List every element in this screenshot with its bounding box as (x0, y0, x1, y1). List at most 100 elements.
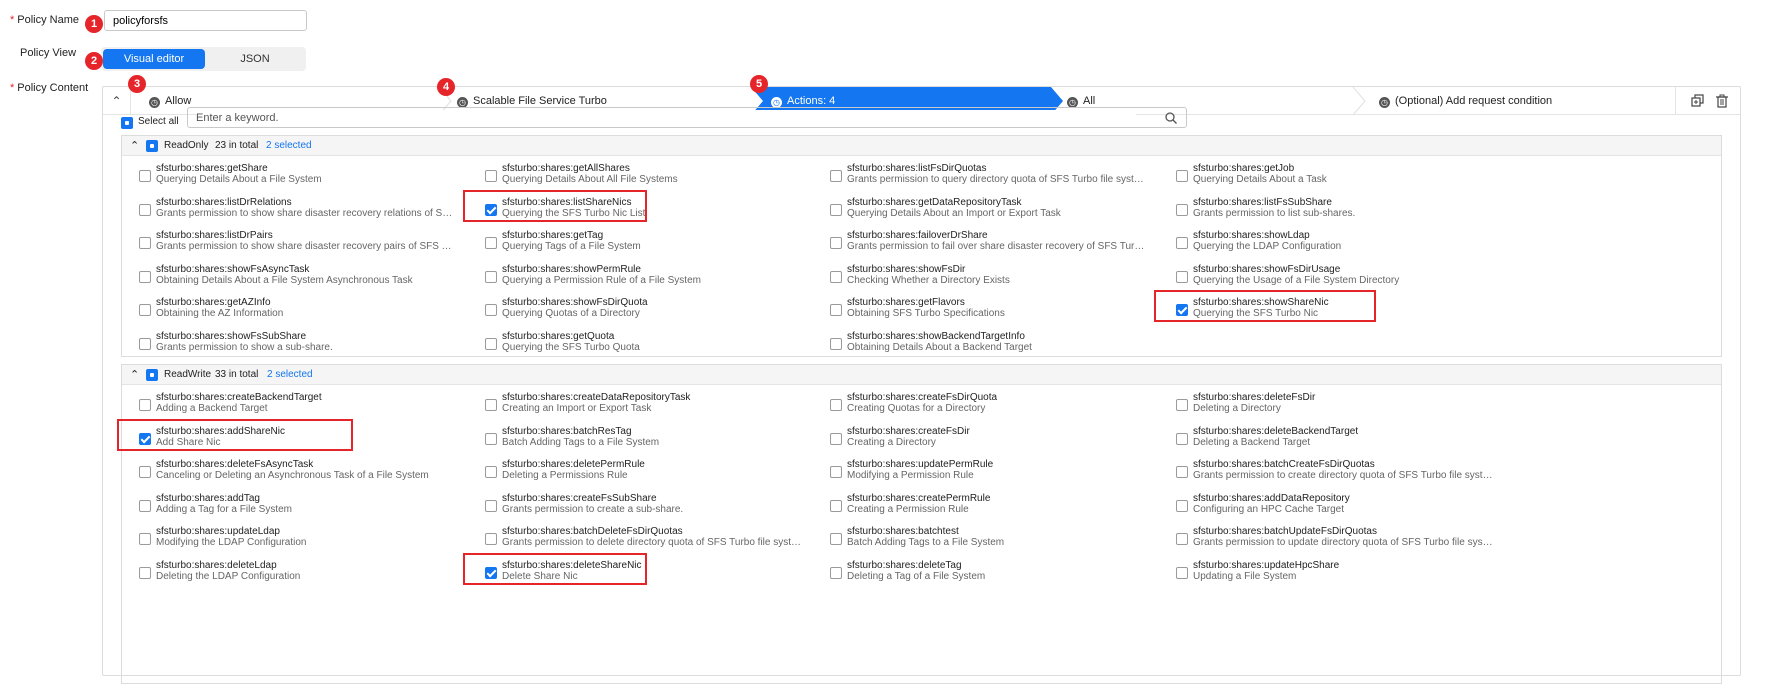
action-item[interactable]: sfsturbo:shares:addShareNic Add Share Nic (139, 425, 469, 451)
action-checkbox[interactable] (1176, 304, 1188, 316)
action-checkbox[interactable] (139, 203, 151, 216)
action-checkbox[interactable] (485, 499, 497, 512)
action-checkbox[interactable] (485, 203, 497, 216)
action-checkbox[interactable] (139, 304, 151, 316)
chevron-up-icon[interactable]: ⌃ (130, 136, 139, 156)
action-checkbox[interactable] (1176, 170, 1188, 182)
action-checkbox[interactable] (139, 533, 151, 545)
action-item[interactable]: sfsturbo:shares:addDataRepository Configu… (1176, 492, 1506, 518)
action-checkbox[interactable] (1176, 499, 1188, 512)
group-selected[interactable]: 2 selected (266, 136, 312, 156)
action-checkbox[interactable] (139, 270, 151, 283)
search-input[interactable] (196, 110, 1136, 126)
search-icon[interactable] (1164, 111, 1178, 125)
action-item[interactable]: sfsturbo:shares:deleteTag Deleting a Tag … (830, 559, 1160, 585)
action-item[interactable]: sfsturbo:shares:showShareNic Querying the… (1176, 296, 1506, 322)
action-checkbox[interactable] (1176, 237, 1188, 249)
action-item[interactable]: sfsturbo:shares:createPermRule Creating a… (830, 492, 1160, 518)
action-item[interactable]: sfsturbo:shares:listDrRelations Grants pe… (139, 196, 469, 222)
chevron-up-icon[interactable]: ⌃ (130, 365, 139, 385)
action-checkbox[interactable] (485, 270, 497, 283)
action-item[interactable]: sfsturbo:shares:getFlavors Obtaining SFS … (830, 296, 1160, 322)
action-item[interactable]: sfsturbo:shares:updateHpcShare Updating a… (1176, 559, 1506, 585)
action-checkbox[interactable] (1176, 432, 1188, 445)
action-item[interactable]: sfsturbo:shares:showFsAsyncTask Obtaining… (139, 263, 469, 289)
action-item[interactable]: sfsturbo:shares:deleteLdap Deleting the L… (139, 559, 469, 585)
action-item[interactable]: sfsturbo:shares:showFsSubShare Grants per… (139, 330, 469, 356)
action-checkbox[interactable] (485, 304, 497, 316)
select-all-label[interactable]: Select all (138, 116, 179, 127)
action-item[interactable]: sfsturbo:shares:batchResTag Batch Adding … (485, 425, 815, 451)
collapse-statement-button[interactable]: ⌃ (103, 87, 131, 115)
action-item[interactable]: sfsturbo:shares:getAllShares Querying Det… (485, 162, 815, 188)
action-checkbox[interactable] (830, 499, 842, 512)
action-item[interactable]: sfsturbo:shares:getJob Querying Details A… (1176, 162, 1506, 188)
action-checkbox[interactable] (1176, 399, 1188, 411)
action-item[interactable]: sfsturbo:shares:batchUpdateFsDirQuotas Gr… (1176, 525, 1506, 551)
action-item[interactable]: sfsturbo:shares:getQuota Querying the SFS… (485, 330, 815, 356)
action-item[interactable]: sfsturbo:shares:showLdap Querying the LDA… (1176, 229, 1506, 255)
action-checkbox[interactable] (830, 566, 842, 579)
copy-icon[interactable] (1691, 94, 1705, 108)
action-checkbox[interactable] (830, 203, 842, 216)
action-checkbox[interactable] (139, 566, 151, 579)
action-checkbox[interactable] (485, 170, 497, 182)
action-item[interactable]: sfsturbo:shares:showFsDirUsage Querying t… (1176, 263, 1506, 289)
action-checkbox[interactable] (485, 533, 497, 545)
action-item[interactable]: sfsturbo:shares:createFsDirQuota Creating… (830, 391, 1160, 417)
action-item[interactable]: sfsturbo:shares:listDrPairs Grants permis… (139, 229, 469, 255)
action-item[interactable]: sfsturbo:shares:getDataRepositoryTask Que… (830, 196, 1160, 222)
action-item[interactable]: sfsturbo:shares:addTag Adding a Tag for a… (139, 492, 469, 518)
action-checkbox[interactable] (1176, 203, 1188, 216)
action-checkbox[interactable] (139, 237, 151, 249)
action-checkbox[interactable] (485, 337, 497, 350)
action-checkbox[interactable] (1176, 270, 1188, 283)
json-tab[interactable]: JSON (204, 49, 306, 69)
action-checkbox[interactable] (139, 170, 151, 182)
action-item[interactable]: sfsturbo:shares:batchtest Batch Adding Ta… (830, 525, 1160, 551)
action-checkbox[interactable] (830, 533, 842, 545)
action-item[interactable]: sfsturbo:shares:batchDeleteFsDirQuotas Gr… (485, 525, 815, 551)
action-checkbox[interactable] (139, 499, 151, 512)
action-item[interactable]: sfsturbo:shares:deleteFsAsyncTask Canceli… (139, 458, 469, 484)
action-checkbox[interactable] (830, 237, 842, 249)
action-checkbox[interactable] (485, 399, 497, 411)
action-checkbox[interactable] (830, 399, 842, 411)
action-item[interactable]: sfsturbo:shares:deleteFsDir Deleting a Di… (1176, 391, 1506, 417)
action-item[interactable]: sfsturbo:shares:getTag Querying Tags of a… (485, 229, 815, 255)
action-item[interactable]: sfsturbo:shares:createFsSubShare Grants p… (485, 492, 815, 518)
action-checkbox[interactable] (139, 466, 151, 478)
action-item[interactable]: sfsturbo:shares:failoverDrShare Grants pe… (830, 229, 1160, 255)
action-item[interactable]: sfsturbo:shares:deletePermRule Deleting a… (485, 458, 815, 484)
action-item[interactable]: sfsturbo:shares:batchCreateFsDirQuotas Gr… (1176, 458, 1506, 484)
group-checkbox[interactable] (146, 140, 158, 152)
policy-name-input[interactable] (104, 10, 307, 31)
action-checkbox[interactable] (1176, 566, 1188, 579)
action-checkbox[interactable] (1176, 533, 1188, 545)
action-item[interactable]: sfsturbo:shares:createDataRepositoryTask… (485, 391, 815, 417)
action-checkbox[interactable] (485, 432, 497, 445)
action-checkbox[interactable] (485, 566, 497, 579)
action-item[interactable]: sfsturbo:shares:showFsDir Checking Whethe… (830, 263, 1160, 289)
action-checkbox[interactable] (139, 337, 151, 350)
action-item[interactable]: sfsturbo:shares:updatePermRule Modifying … (830, 458, 1160, 484)
step-condition[interactable]: ◷ (Optional) Add request condition (1379, 87, 1669, 115)
action-checkbox[interactable] (830, 432, 842, 445)
action-item[interactable]: sfsturbo:shares:showPermRule Querying a P… (485, 263, 815, 289)
action-checkbox[interactable] (485, 466, 497, 478)
action-checkbox[interactable] (830, 170, 842, 182)
action-item[interactable]: sfsturbo:shares:listShareNics Querying th… (485, 196, 815, 222)
action-item[interactable]: sfsturbo:shares:listFsDirQuotas Grants pe… (830, 162, 1160, 188)
action-checkbox[interactable] (830, 304, 842, 316)
action-checkbox[interactable] (139, 432, 151, 445)
visual-editor-tab[interactable]: Visual editor (103, 49, 205, 69)
trash-icon[interactable] (1715, 94, 1729, 108)
action-item[interactable]: sfsturbo:shares:deleteBackendTarget Delet… (1176, 425, 1506, 451)
action-checkbox[interactable] (830, 466, 842, 478)
select-all-checkbox[interactable] (121, 117, 133, 129)
action-checkbox[interactable] (485, 237, 497, 249)
action-item[interactable]: sfsturbo:shares:getShare Querying Details… (139, 162, 469, 188)
action-item[interactable]: sfsturbo:shares:showFsDirQuota Querying Q… (485, 296, 815, 322)
action-item[interactable]: sfsturbo:shares:listFsSubShare Grants per… (1176, 196, 1506, 222)
action-item[interactable]: sfsturbo:shares:getAZInfo Obtaining the A… (139, 296, 469, 322)
